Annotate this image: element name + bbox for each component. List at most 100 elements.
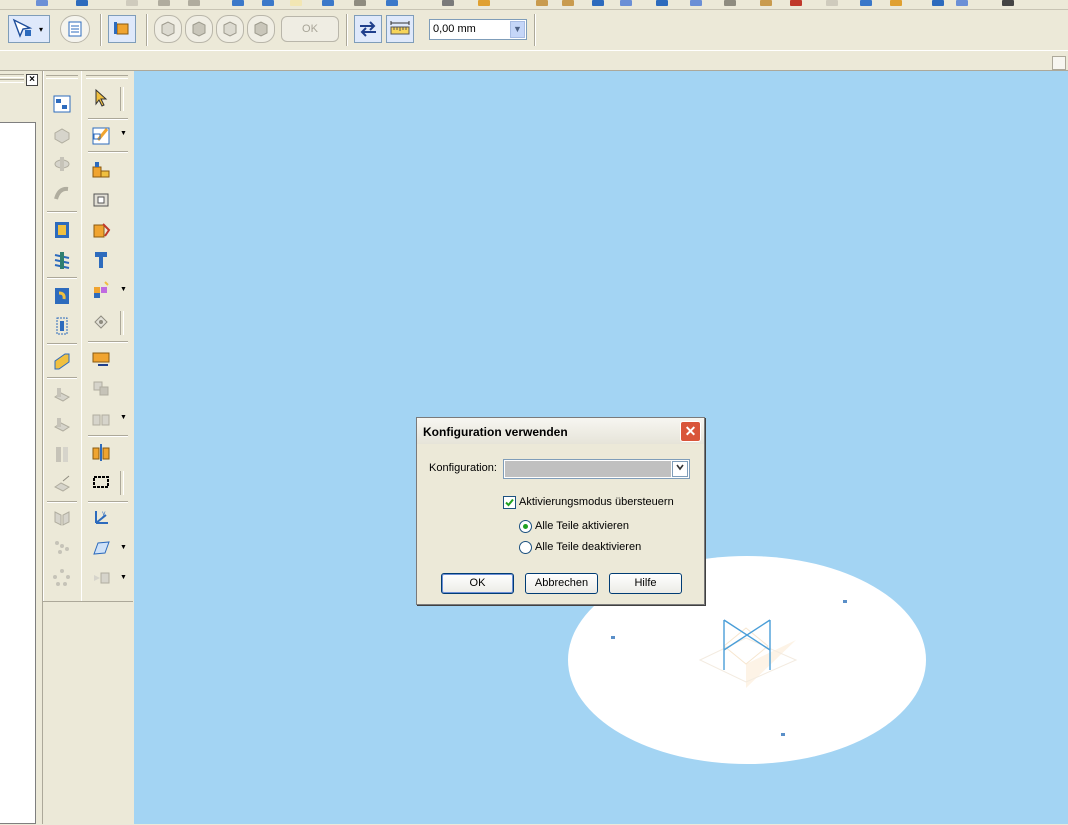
toolbar-icon[interactable]	[478, 0, 490, 6]
activate-all-parts-radio[interactable]	[519, 520, 532, 533]
properties-button[interactable]	[60, 15, 90, 43]
toolbar-icon[interactable]	[956, 0, 968, 6]
toolbar-icon[interactable]	[826, 0, 838, 6]
hole-icon[interactable]	[51, 315, 73, 337]
select-filter-button[interactable]: ▾	[8, 15, 50, 43]
thin-wall-icon[interactable]	[51, 219, 73, 241]
toolbar-icon[interactable]	[36, 0, 48, 6]
close-button[interactable]: ✕	[680, 421, 701, 442]
cube-view-icon	[254, 21, 268, 37]
toolbar-icon[interactable]	[620, 0, 632, 6]
toolbar-icon[interactable]	[262, 0, 274, 6]
mirror-part-icon[interactable]	[90, 441, 112, 463]
configuration-select[interactable]	[503, 459, 690, 479]
deactivate-all-parts-label[interactable]: Alle Teile deaktivieren	[535, 541, 641, 553]
cutout-part-icon[interactable]	[90, 189, 112, 211]
toolbar-grip[interactable]	[46, 75, 78, 79]
toolbar-icon[interactable]	[232, 0, 244, 6]
chevron-down-icon[interactable]: ▼	[120, 130, 127, 137]
coordinate-system-icon[interactable]: y	[90, 507, 112, 529]
chevron-down-icon[interactable]: ▼	[510, 21, 525, 38]
chevron-down-icon[interactable]: ▼	[120, 544, 127, 551]
toolbar-icon[interactable]	[1002, 0, 1014, 6]
offset-value-combobox[interactable]: 0,00 mm ▼	[429, 19, 527, 40]
vertex-marker	[781, 733, 785, 736]
toolbar-grip[interactable]	[86, 75, 128, 79]
reference-plane-icon[interactable]	[90, 537, 112, 559]
feature-toolbar-right: ▼ ▼ ▼ y ▼ ▼	[81, 71, 135, 601]
toolbar-icon[interactable]	[76, 0, 88, 6]
add-part-icon[interactable]	[90, 219, 112, 241]
chevron-down-icon[interactable]: ▼	[120, 286, 127, 293]
toolbar-divider	[88, 501, 128, 503]
model-geometry	[611, 600, 847, 736]
toolbar-divider	[120, 471, 124, 495]
view-mode-button-3	[216, 15, 244, 43]
toolbar-icon[interactable]	[290, 0, 302, 6]
toolbar-icon[interactable]	[536, 0, 548, 6]
pathfinder-tree[interactable]	[0, 122, 36, 824]
component-structure-icon[interactable]	[90, 279, 112, 301]
toolbar-icon[interactable]	[760, 0, 772, 6]
ok-button[interactable]: OK	[441, 573, 514, 594]
toolbar-icon[interactable]	[932, 0, 944, 6]
measure-offset-button[interactable]	[386, 15, 414, 43]
toolbar-icon[interactable]	[442, 0, 454, 6]
toolbar-icon[interactable]	[724, 0, 736, 6]
bolt-icon[interactable]	[90, 249, 112, 271]
protrusion-icon[interactable]	[90, 159, 112, 181]
cancel-button[interactable]: Abbrechen	[525, 573, 598, 594]
override-activation-checkbox[interactable]	[503, 496, 516, 509]
toolbar-icon[interactable]	[790, 0, 802, 6]
activate-all-parts-label[interactable]: Alle Teile aktivieren	[535, 520, 629, 532]
lip-icon	[56, 447, 68, 462]
dialog-titlebar[interactable]: Konfiguration verwenden ✕	[417, 418, 704, 444]
panel-close-button[interactable]: ×	[26, 74, 38, 86]
help-button[interactable]: Hilfe	[609, 573, 682, 594]
toolbar-icon[interactable]	[656, 0, 668, 6]
insert-part-icon[interactable]	[90, 347, 112, 369]
chevron-down-icon[interactable]: ▼	[120, 574, 127, 581]
toolbar-icon[interactable]	[890, 0, 902, 6]
marker-icon	[94, 315, 108, 329]
toolbar-divider	[47, 377, 77, 379]
toolbar-icon[interactable]	[592, 0, 604, 6]
close-icon: ✕	[684, 423, 697, 439]
chamfer-icon[interactable]	[51, 351, 73, 373]
chevron-down-icon[interactable]	[672, 461, 688, 477]
cube-view-icon	[223, 21, 237, 37]
toolbar-icon[interactable]	[354, 0, 366, 6]
toolbar-divider	[88, 118, 128, 120]
swap-direction-button[interactable]	[354, 15, 382, 43]
toolbar-icon[interactable]	[860, 0, 872, 6]
view-mode-button-4	[247, 15, 275, 43]
select-arrow-icon[interactable]	[90, 87, 112, 109]
dialog-title: Konfiguration verwenden	[423, 425, 568, 439]
toolbar-ok-button: OK	[281, 16, 339, 42]
extrude-icon	[54, 128, 70, 144]
toolbar-icon[interactable]	[690, 0, 702, 6]
parameters-icon[interactable]	[51, 93, 73, 115]
override-activation-label[interactable]: Aktivierungsmodus übersteuern	[519, 496, 674, 508]
chevron-down-icon[interactable]: ▼	[120, 414, 127, 421]
toolbar-icon[interactable]	[126, 0, 138, 6]
sketch-icon[interactable]	[90, 124, 112, 146]
toolbar-icon[interactable]	[158, 0, 170, 6]
configuration-label: Konfiguration:	[429, 462, 497, 474]
panel-grip[interactable]	[0, 74, 24, 78]
toolbar-icon[interactable]	[386, 0, 398, 6]
toolbar-icon[interactable]	[562, 0, 574, 6]
panel-grip[interactable]	[0, 79, 24, 83]
helix-icon[interactable]	[51, 249, 73, 271]
frame-icon[interactable]	[90, 471, 112, 493]
vertex-marker	[843, 600, 847, 603]
strip-control[interactable]	[1052, 56, 1066, 70]
assembly-part-button[interactable]	[108, 15, 136, 43]
configuration-selected-value	[505, 461, 671, 477]
toolbar-icon[interactable]	[188, 0, 200, 6]
deactivate-all-parts-radio[interactable]	[519, 541, 532, 554]
toolbar-divider	[47, 211, 77, 213]
vent-icon	[54, 475, 70, 492]
cutout-icon[interactable]	[51, 285, 73, 307]
toolbar-icon[interactable]	[322, 0, 334, 6]
